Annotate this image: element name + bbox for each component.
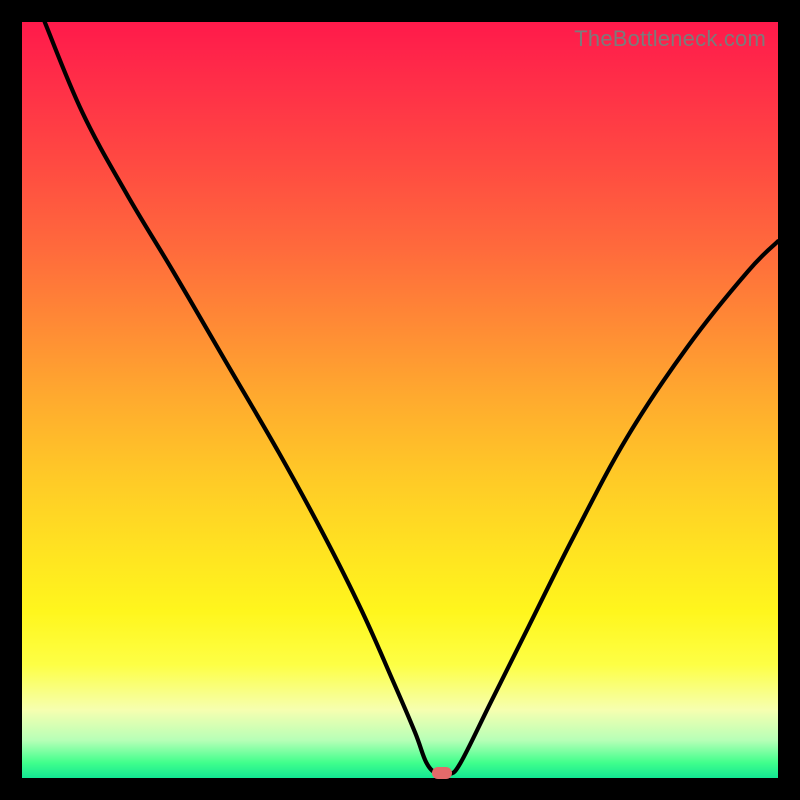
watermark-text: TheBottleneck.com [574,26,766,52]
bottleneck-curve [22,22,778,778]
chart-frame: TheBottleneck.com [0,0,800,800]
optimal-marker [432,767,452,779]
plot-area: TheBottleneck.com [22,22,778,778]
